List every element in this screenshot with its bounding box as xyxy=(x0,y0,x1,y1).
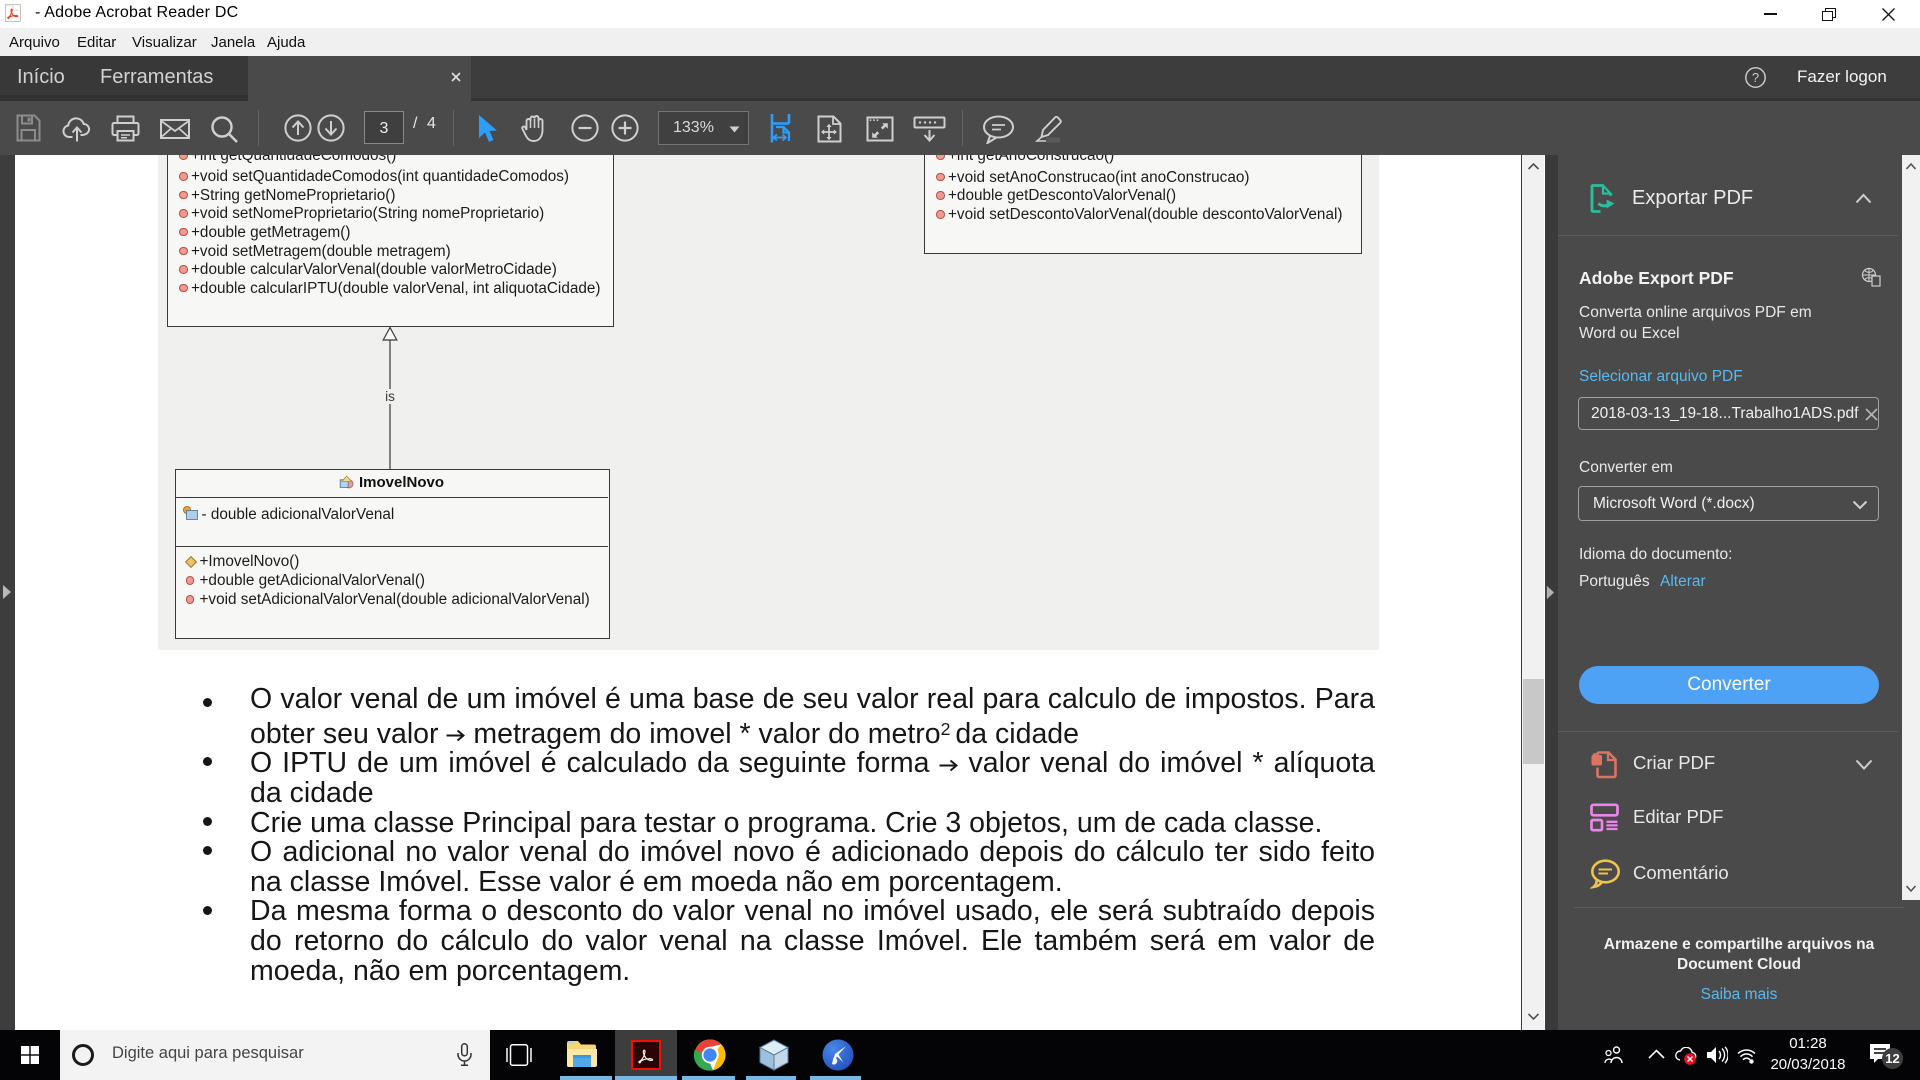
svg-text:?: ? xyxy=(1752,70,1759,85)
